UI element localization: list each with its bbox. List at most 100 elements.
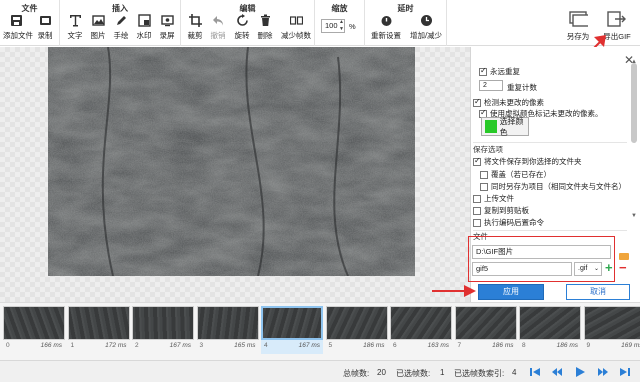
ribbon-toolbar: 文件 添加文件 录制 插入 文字 图片 手绘 水印 录屏 编辑 裁剪 撤销 旋转… xyxy=(0,0,640,46)
add-file-button[interactable]: 添加文件 xyxy=(3,14,33,41)
overwrite-label: 覆盖（若已存在） xyxy=(491,170,551,179)
frame-thumbnail[interactable]: 0 166 ms xyxy=(3,306,65,354)
record-icon xyxy=(39,16,51,25)
save-as-project-option[interactable]: 同时另存为项目（相同文件夹与文件名） xyxy=(480,181,626,192)
next-frame-icon[interactable] xyxy=(597,366,609,378)
group-delay: 延时 重新设置 增加/减少 xyxy=(365,0,447,46)
frame-index: 8 xyxy=(522,342,526,349)
adjust-delay-button[interactable]: 增加/减少 xyxy=(409,14,443,41)
record-button[interactable]: 录制 xyxy=(32,14,58,41)
copy-clipboard-option[interactable]: 复制到剪贴板 xyxy=(473,205,529,216)
apply-button[interactable]: 应用 xyxy=(478,284,544,300)
selected-index-value: 4 xyxy=(512,368,517,377)
rotate-icon xyxy=(236,14,248,26)
detect-unchanged-option[interactable]: 检测未更改的像素 xyxy=(473,97,544,108)
frame-index: 2 xyxy=(135,342,139,349)
clock-icon xyxy=(420,15,432,26)
overwrite-checkbox[interactable] xyxy=(480,170,488,179)
frame-meta: 3 165 ms xyxy=(197,342,259,349)
reduce-frames-icon xyxy=(289,16,303,25)
loop-forever-checkbox[interactable] xyxy=(479,66,487,76)
frame-meta: 9 169 ms xyxy=(584,342,640,349)
frame-meta: 6 163 ms xyxy=(390,342,452,349)
undo-label: 撤销 xyxy=(210,31,226,40)
save-to-folder-checkbox[interactable] xyxy=(473,156,481,166)
run-command-checkbox[interactable] xyxy=(473,218,481,227)
zoom-stepper[interactable]: ▲ ▼ xyxy=(338,19,345,33)
detect-unchanged-checkbox[interactable] xyxy=(473,97,481,107)
group-file: 文件 添加文件 录制 xyxy=(0,0,60,46)
choose-color-button[interactable]: 选择颜色 xyxy=(481,117,529,137)
annotation-arrow-apply xyxy=(432,285,476,297)
save-as-icon xyxy=(569,11,588,27)
frame-delay: 163 ms xyxy=(427,342,449,349)
frame-thumbnail[interactable]: 2 167 ms xyxy=(132,306,194,354)
last-frame-icon[interactable] xyxy=(619,366,631,378)
frame-delay: 165 ms xyxy=(234,342,256,349)
frame-thumbnail-image xyxy=(132,306,194,340)
loop-forever-option[interactable]: 永远重复 xyxy=(479,66,520,77)
frame-delay: 167 ms xyxy=(298,342,320,349)
adjust-delay-label: 增加/减少 xyxy=(409,31,443,40)
group-title-delay: 延时 xyxy=(397,4,414,13)
frame-thumbnail[interactable]: 1 172 ms xyxy=(67,306,130,354)
play-icon[interactable] xyxy=(574,366,586,378)
scrollbar-thumb[interactable] xyxy=(631,63,637,143)
overwrite-option[interactable]: 覆盖（若已存在） xyxy=(480,169,551,180)
add-file-icon xyxy=(10,15,22,26)
reset-delay-button[interactable]: 重新设置 xyxy=(369,14,403,41)
folder-icon[interactable] xyxy=(619,253,629,260)
first-frame-icon[interactable] xyxy=(529,366,541,378)
run-command-option[interactable]: 执行编码后置命令 xyxy=(473,217,544,228)
panel-scrollbar[interactable]: ▲ ▼ xyxy=(629,59,639,221)
image-icon xyxy=(91,15,105,26)
frame-index: 3 xyxy=(199,342,204,349)
copy-clipboard-label: 复制到剪贴板 xyxy=(484,206,529,215)
previous-frame-icon[interactable] xyxy=(551,366,563,378)
extension-select[interactable]: .gif ⌄ xyxy=(574,262,602,276)
frame-thumbnail[interactable]: 4 167 ms xyxy=(261,306,323,354)
file-name-input[interactable]: gif5 xyxy=(472,262,572,276)
copy-clipboard-checkbox[interactable] xyxy=(473,206,481,215)
delete-button[interactable]: 删除 xyxy=(252,14,278,41)
save-to-folder-option[interactable]: 将文件保存到你选择的文件夹 xyxy=(473,156,582,167)
frame-thumbnail[interactable]: 9 169 ms xyxy=(583,306,640,354)
screen-record-icon xyxy=(160,15,174,27)
run-command-label: 执行编码后置命令 xyxy=(484,218,544,227)
group-title-insert: 插入 xyxy=(112,4,128,13)
frame-delay: 186 ms xyxy=(556,342,578,349)
reduce-frames-button[interactable]: 减少帧数 xyxy=(280,14,312,41)
total-frames-value: 20 xyxy=(377,368,386,377)
add-file-label: 添加文件 xyxy=(3,31,33,40)
frame-timeline: 0 166 ms 1 172 ms 2 167 ms 3 165 ms 4 167 ms 5 186 … xyxy=(0,302,640,360)
frame-preview-image xyxy=(48,47,415,276)
add-icon[interactable]: + xyxy=(605,260,613,275)
group-title-edit: 编辑 xyxy=(239,4,256,13)
group-title-file: 文件 xyxy=(21,4,38,13)
repeat-count-input[interactable]: 2 xyxy=(479,80,503,91)
frame-thumbnail[interactable]: 6 163 ms xyxy=(390,306,452,354)
save-as-project-checkbox[interactable] xyxy=(480,182,488,191)
chevron-down-icon: ⌄ xyxy=(593,266,599,272)
frame-index: 1 xyxy=(70,342,75,349)
frame-thumbnail[interactable]: 7 186 ms xyxy=(454,306,517,354)
frame-delay: 186 ms xyxy=(492,342,514,349)
scroll-down-icon[interactable]: ▼ xyxy=(629,213,639,219)
undo-button[interactable]: 撤销 xyxy=(205,14,231,41)
upload-option[interactable]: 上传文件 xyxy=(473,193,514,204)
frame-thumbnail[interactable]: 3 165 ms xyxy=(196,306,259,354)
frame-index: 9 xyxy=(586,342,591,349)
reduce-frames-label: 减少帧数 xyxy=(281,31,311,40)
upload-label: 上传文件 xyxy=(484,194,514,203)
upload-checkbox[interactable] xyxy=(473,194,481,203)
screen-record-button[interactable]: 录屏 xyxy=(154,14,180,41)
frame-thumbnail-image xyxy=(3,306,65,340)
remove-icon[interactable]: − xyxy=(619,260,627,275)
cancel-button[interactable]: 取消 xyxy=(566,284,630,300)
folder-path-input[interactable]: D:\GIF图片 xyxy=(472,245,611,259)
frame-thumbnail[interactable]: 8 186 ms xyxy=(519,306,581,354)
save-as-project-label: 同时另存为项目（相同文件夹与文件名） xyxy=(491,182,626,191)
frame-thumbnail-image xyxy=(583,306,640,340)
frame-thumbnail[interactable]: 5 186 ms xyxy=(325,306,388,354)
frame-thumbnail-image xyxy=(261,306,323,340)
